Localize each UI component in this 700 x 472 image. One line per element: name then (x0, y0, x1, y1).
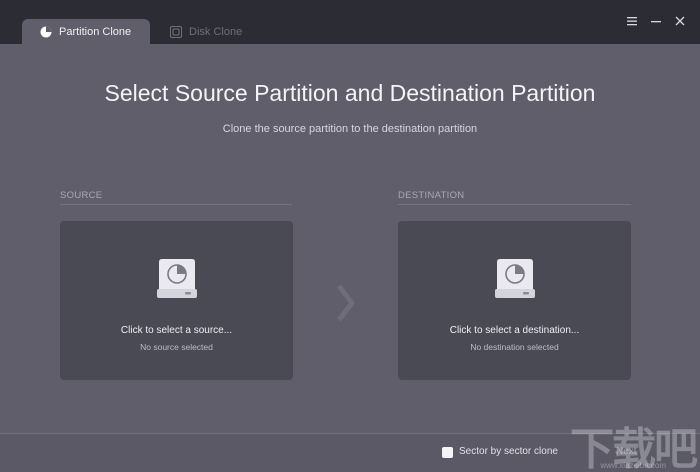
tab-disk-clone[interactable]: Disk Clone (170, 19, 280, 44)
destination-select-card[interactable]: Click to select a destination... No dest… (398, 221, 631, 380)
destination-divider (398, 204, 631, 205)
pie-chart-icon (40, 26, 52, 37)
page-subtitle: Clone the source partition to the destin… (222, 123, 478, 135)
disk-clone-icon (170, 25, 182, 38)
destination-status: No destination selected (470, 342, 559, 352)
app-window: Partition Clone Disk Clone Select Source… (0, 0, 700, 472)
page-title: Select Source Partition and Destination … (104, 80, 596, 106)
window-controls (626, 14, 686, 28)
source-prompt: Click to select a source... (120, 325, 233, 336)
source-select-card[interactable]: Click to select a source... No source se… (60, 221, 293, 380)
sector-clone-label[interactable]: Sector by sector clone (459, 446, 558, 457)
watermark-url: www.xiazaiba.com (600, 461, 666, 470)
hard-disk-icon (157, 259, 197, 298)
hard-disk-icon (495, 259, 535, 298)
minimize-icon[interactable] (650, 14, 662, 28)
close-icon[interactable] (674, 14, 686, 28)
source-divider (60, 204, 292, 205)
destination-prompt: Click to select a destination... (449, 325, 580, 336)
destination-section-label: DESTINATION (398, 190, 465, 201)
menu-icon[interactable] (626, 14, 638, 28)
chevron-right-icon (337, 284, 356, 322)
tab-partition-clone[interactable]: Partition Clone (22, 19, 150, 44)
source-status: No source selected (140, 342, 213, 352)
source-section-label: SOURCE (60, 190, 103, 201)
title-bar: Partition Clone Disk Clone (0, 0, 700, 44)
tab-label: Partition Clone (59, 25, 132, 38)
tab-label: Disk Clone (189, 25, 243, 38)
sector-clone-checkbox[interactable] (442, 447, 453, 458)
